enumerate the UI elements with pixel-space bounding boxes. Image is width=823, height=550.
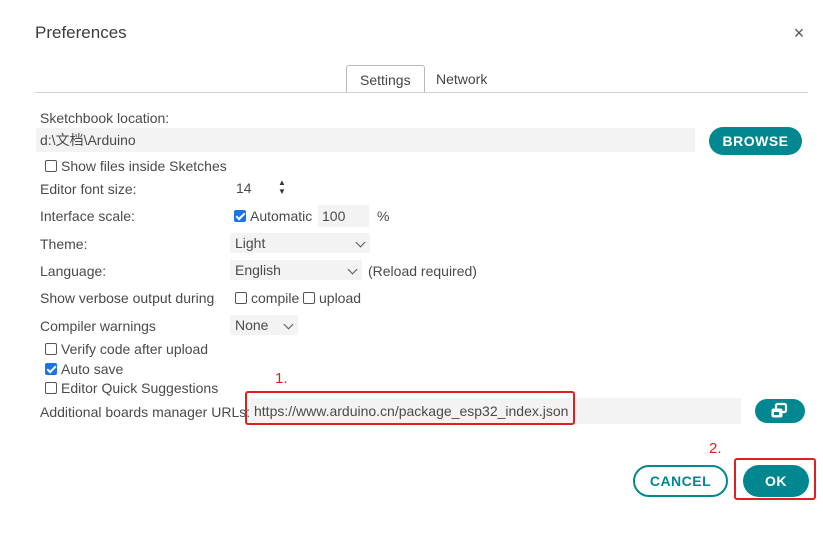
quick-suggestions-option[interactable]: Editor Quick Suggestions (45, 380, 218, 396)
automatic-scale-label: Automatic (250, 208, 313, 224)
boards-urls-label: Additional boards manager URLs: (40, 404, 251, 420)
verbose-compile-label: compile (251, 290, 300, 306)
sketchbook-location-input[interactable] (36, 128, 695, 152)
compiler-warnings-value: None (235, 317, 269, 333)
language-label: Language: (40, 263, 107, 279)
chevron-down-icon (283, 319, 294, 330)
tab-divider (35, 92, 808, 93)
ok-button[interactable]: OK (743, 465, 809, 497)
editor-font-size-stepper[interactable]: 14 ▲ ▼ (230, 177, 298, 199)
verbose-compile-option[interactable]: compile (235, 290, 299, 306)
compiler-warnings-select[interactable]: None (230, 315, 298, 335)
language-reload-note: (Reload required) (368, 263, 477, 279)
editor-font-size-value: 14 (236, 180, 252, 196)
edit-urls-button[interactable] (755, 399, 805, 423)
close-icon[interactable]: × (790, 24, 808, 42)
quick-suggestions-label: Editor Quick Suggestions (61, 380, 219, 396)
interface-scale-label: Interface scale: (40, 208, 135, 224)
interface-scale-input[interactable] (318, 205, 369, 227)
verbose-upload-option[interactable]: upload (303, 290, 361, 306)
verbose-output-label: Show verbose output during (40, 290, 215, 306)
theme-value: Light (235, 235, 266, 251)
sketchbook-label: Sketchbook location: (40, 110, 170, 126)
annotation-step-1: 1. (275, 370, 288, 387)
language-select[interactable]: English (230, 260, 362, 280)
show-files-option[interactable]: Show files inside Sketches (45, 158, 227, 174)
auto-save-label: Auto save (61, 361, 124, 377)
verify-code-option[interactable]: Verify code after upload (45, 341, 208, 357)
automatic-scale-option[interactable]: Automatic (234, 208, 312, 224)
verbose-compile-checkbox[interactable] (235, 292, 247, 304)
dialog-title: Preferences (35, 23, 127, 42)
quick-suggestions-checkbox[interactable] (45, 382, 57, 394)
verify-code-checkbox[interactable] (45, 343, 57, 355)
cancel-button[interactable]: CANCEL (633, 465, 728, 497)
show-files-label: Show files inside Sketches (61, 158, 227, 174)
editor-font-size-label: Editor font size: (40, 181, 137, 197)
verbose-upload-checkbox[interactable] (303, 292, 315, 304)
auto-save-option[interactable]: Auto save (45, 361, 123, 377)
automatic-scale-checkbox[interactable] (234, 210, 246, 222)
compiler-warnings-label: Compiler warnings (40, 318, 156, 334)
stepper-arrows-icon[interactable]: ▲ ▼ (278, 178, 286, 196)
chevron-down-icon (355, 237, 366, 248)
theme-select[interactable]: Light (230, 233, 370, 253)
language-value: English (235, 262, 281, 278)
verify-code-label: Verify code after upload (61, 341, 209, 357)
annotation-step-2: 2. (709, 440, 722, 457)
scale-unit: % (377, 208, 390, 224)
theme-label: Theme: (40, 236, 88, 252)
tab-network[interactable]: Network (423, 65, 500, 92)
auto-save-checkbox[interactable] (45, 363, 57, 375)
chevron-down-icon (347, 264, 358, 275)
window-open-icon (771, 402, 788, 418)
annotation-highlight-urls (245, 391, 575, 425)
verbose-upload-label: upload (319, 290, 362, 306)
tab-settings[interactable]: Settings (346, 65, 425, 93)
show-files-checkbox[interactable] (45, 160, 57, 172)
browse-button[interactable]: BROWSE (709, 127, 802, 155)
